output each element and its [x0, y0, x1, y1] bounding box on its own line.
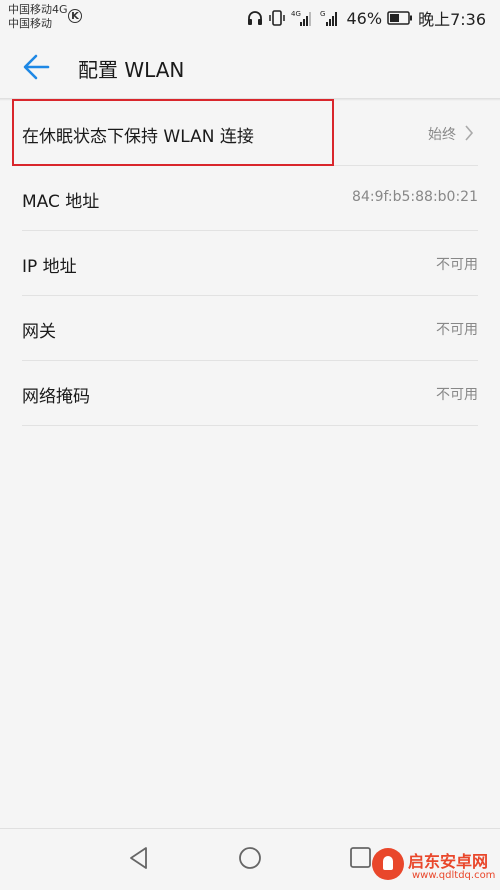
setting-value: 84:9f:b5:88:b0:21: [352, 189, 478, 205]
carrier-info: 中国移动4G 中国移动: [8, 3, 68, 31]
setting-label: 网关: [22, 322, 56, 342]
setting-value: 不可用: [436, 387, 478, 403]
circle-home-icon: [239, 847, 261, 869]
svg-text:4G: 4G: [291, 10, 301, 18]
svg-text:G: G: [320, 10, 325, 18]
clock: 晚上7:36: [418, 10, 486, 29]
nav-recents-button[interactable]: [348, 845, 374, 871]
signal-g-icon: G: [320, 9, 342, 27]
square-recents-icon: [350, 847, 371, 868]
vibrate-icon: [268, 9, 286, 27]
watermark-brand: 启东安卓网: [408, 852, 489, 871]
annotation-highlight-box: [12, 99, 334, 166]
watermark-url: www.qdltdq.com: [412, 870, 496, 881]
watermark-logo-icon: [372, 848, 404, 880]
battery-percent: 46%: [346, 8, 383, 28]
status-icons: 4G G 46% 晚上7:36: [247, 7, 486, 29]
k-app-icon: K: [68, 9, 82, 23]
nav-back-button[interactable]: [126, 845, 152, 871]
signal-4g-icon: 4G: [291, 9, 315, 27]
netmask-row: 网络掩码 不可用: [22, 361, 478, 426]
ip-address-row: IP 地址 不可用: [22, 231, 478, 296]
back-button[interactable]: [20, 50, 54, 84]
battery-icon: [387, 11, 413, 25]
app-bar: 配置 WLAN: [0, 36, 500, 98]
gateway-row: 网关 不可用: [22, 296, 478, 361]
status-bar: 中国移动4G 中国移动 K 4G G 46% 晚上7:36: [0, 0, 500, 36]
page-title: 配置 WLAN: [78, 58, 185, 82]
setting-value: 不可用: [436, 322, 478, 338]
setting-label: 网络掩码: [22, 387, 90, 407]
carrier-line-1: 中国移动4G: [8, 3, 68, 16]
mac-address-row: MAC 地址 84:9f:b5:88:b0:21: [22, 166, 478, 231]
nav-home-button[interactable]: [237, 845, 263, 871]
headphones-icon: [247, 10, 263, 26]
triangle-back-icon: [130, 847, 147, 869]
setting-value: 不可用: [436, 257, 478, 273]
setting-label: IP 地址: [22, 257, 77, 277]
chevron-right-icon: [465, 125, 474, 141]
carrier-line-2: 中国移动: [8, 17, 52, 30]
setting-value: 始终: [428, 127, 456, 143]
back-arrow-icon: [23, 54, 50, 80]
watermark: 启东安卓网 www.qdltdq.com: [372, 848, 496, 886]
setting-label: MAC 地址: [22, 192, 100, 212]
